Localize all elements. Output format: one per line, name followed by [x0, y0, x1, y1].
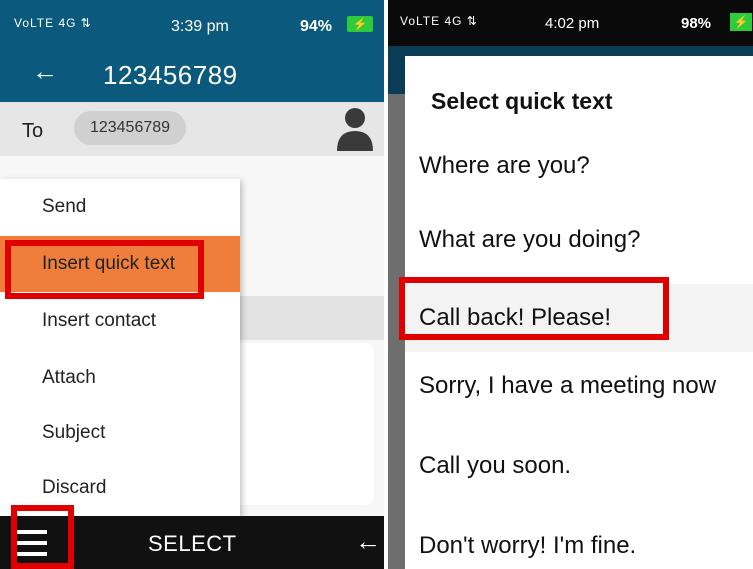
- options-menu: Send Insert quick text Insert contact At…: [0, 179, 240, 516]
- annotation-box-call-back-option: [399, 277, 669, 340]
- compose-box[interactable]: [228, 343, 374, 505]
- menu-item-subject[interactable]: Subject: [0, 405, 240, 461]
- comparison-screenshot: VoLTE 4G ⇅ 3:39 pm 94% ⚡ ← 123456789 To …: [0, 0, 753, 569]
- contact-avatar-icon[interactable]: [337, 107, 373, 151]
- select-softkey[interactable]: SELECT: [148, 531, 237, 557]
- back-arrow-icon[interactable]: ←: [32, 56, 58, 87]
- recipient-row: To 123456789: [0, 102, 384, 156]
- annotation-box-menu-key: [11, 505, 74, 569]
- back-softkey-icon[interactable]: ←: [355, 526, 381, 557]
- status-bar: VoLTE 4G ⇅ 4:02 pm 98% ⚡: [388, 0, 753, 46]
- signal-icon: VoLTE 4G ⇅: [400, 14, 478, 28]
- app-bar: ← 123456789: [0, 46, 384, 102]
- annotation-box-insert-quick-text: [5, 240, 204, 299]
- quick-text-option[interactable]: Sorry, I have a meeting now: [405, 352, 753, 420]
- menu-item-send[interactable]: Send: [0, 179, 240, 235]
- battery-percent: 98%: [681, 15, 712, 32]
- battery-charging-icon: ⚡: [347, 16, 373, 32]
- battery-charging-icon: ⚡: [730, 13, 752, 31]
- quick-text-option[interactable]: Don't worry! I'm fine.: [405, 512, 753, 569]
- menu-item-attach[interactable]: Attach: [0, 350, 240, 406]
- battery-percent: 94%: [300, 18, 333, 35]
- to-label: To: [22, 120, 44, 142]
- dialog-title: Select quick text: [431, 88, 613, 114]
- conversation-title: 123456789: [103, 60, 238, 90]
- status-bar: VoLTE 4G ⇅ 3:39 pm 94% ⚡: [0, 0, 384, 46]
- signal-icon: VoLTE 4G ⇅: [14, 16, 92, 30]
- recipient-chip[interactable]: 123456789: [74, 111, 186, 145]
- quick-text-option[interactable]: Where are you?: [405, 132, 753, 200]
- quick-text-option[interactable]: What are you doing?: [405, 206, 753, 274]
- status-time: 4:02 pm: [545, 15, 600, 32]
- quick-text-option[interactable]: Call you soon.: [405, 432, 753, 500]
- menu-item-insert-contact[interactable]: Insert contact: [0, 293, 240, 349]
- status-time: 3:39 pm: [171, 18, 229, 35]
